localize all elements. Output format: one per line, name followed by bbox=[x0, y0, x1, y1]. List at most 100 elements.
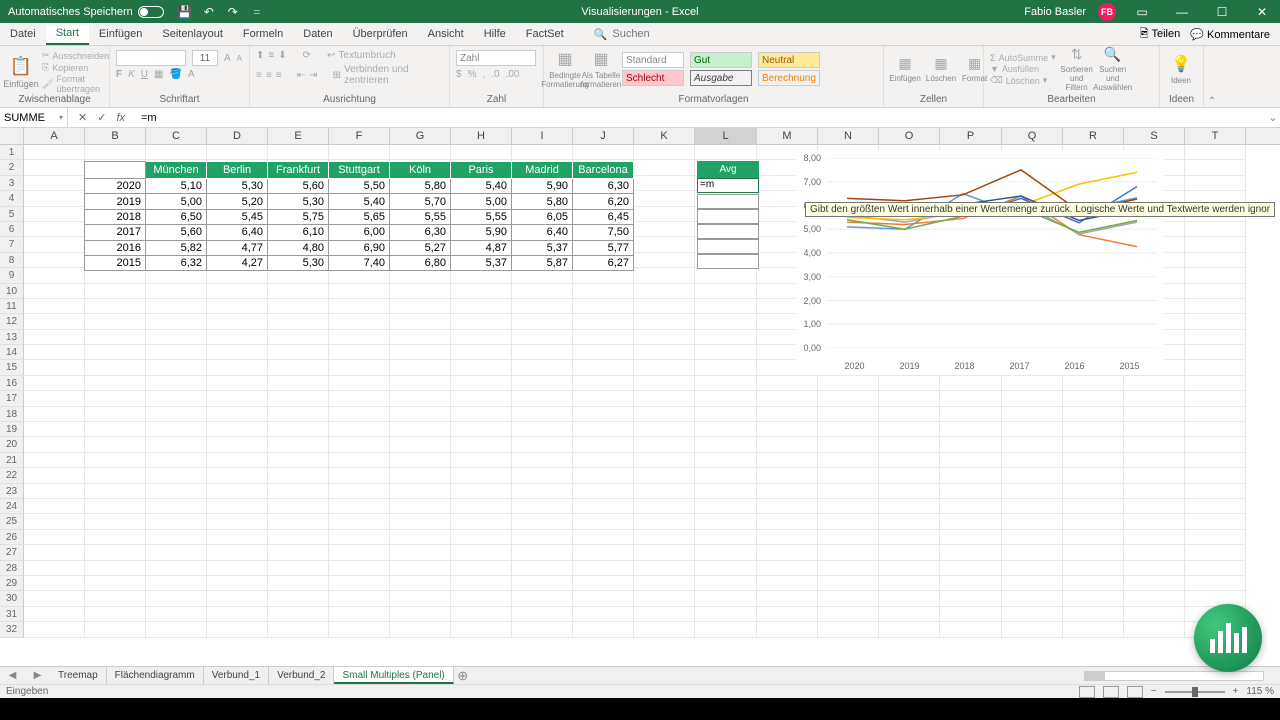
cell[interactable] bbox=[329, 422, 390, 437]
cell[interactable] bbox=[329, 561, 390, 576]
cell[interactable] bbox=[695, 299, 757, 314]
cell[interactable] bbox=[573, 484, 634, 499]
cell[interactable] bbox=[1002, 514, 1063, 529]
cell[interactable] bbox=[85, 453, 146, 468]
cell[interactable] bbox=[1185, 545, 1246, 560]
sheet-tab[interactable]: Treemap bbox=[50, 667, 107, 684]
cell[interactable] bbox=[268, 545, 329, 560]
shrink-font-icon[interactable]: A bbox=[237, 54, 242, 63]
cell[interactable] bbox=[451, 514, 512, 529]
cell[interactable] bbox=[451, 591, 512, 606]
copy-button[interactable]: ⎘ Kopieren bbox=[42, 62, 109, 73]
cell[interactable] bbox=[1185, 222, 1246, 237]
cell[interactable] bbox=[451, 530, 512, 545]
cell[interactable] bbox=[390, 145, 451, 160]
cell[interactable] bbox=[24, 176, 85, 191]
cell[interactable] bbox=[634, 360, 695, 375]
row-header[interactable]: 8 bbox=[0, 253, 24, 268]
cell[interactable] bbox=[85, 499, 146, 514]
cell[interactable] bbox=[207, 299, 268, 314]
cell[interactable] bbox=[695, 530, 757, 545]
ribbon-tab-formeln[interactable]: Formeln bbox=[233, 23, 293, 45]
cell[interactable] bbox=[634, 160, 695, 175]
row-header[interactable]: 32 bbox=[0, 622, 24, 637]
row-header[interactable]: 12 bbox=[0, 314, 24, 329]
dec-inc-icon[interactable]: .0 bbox=[491, 69, 499, 80]
cell[interactable] bbox=[85, 607, 146, 622]
cell[interactable] bbox=[1063, 437, 1124, 452]
cell[interactable] bbox=[24, 145, 85, 160]
cell[interactable] bbox=[1002, 622, 1063, 637]
cell[interactable] bbox=[146, 345, 207, 360]
cell[interactable] bbox=[634, 330, 695, 345]
data-cell[interactable]: 5,30 bbox=[268, 255, 329, 270]
cell[interactable] bbox=[1002, 407, 1063, 422]
cell[interactable] bbox=[451, 422, 512, 437]
cell[interactable] bbox=[695, 376, 757, 391]
cell[interactable] bbox=[1124, 545, 1185, 560]
cell[interactable] bbox=[451, 437, 512, 452]
cell[interactable] bbox=[268, 591, 329, 606]
cell[interactable] bbox=[573, 607, 634, 622]
row-header[interactable]: 29 bbox=[0, 576, 24, 591]
format-as-table-button[interactable]: ▦Als Tabelle formatieren bbox=[586, 50, 616, 88]
cell[interactable] bbox=[24, 545, 85, 560]
row-header[interactable]: 28 bbox=[0, 561, 24, 576]
cell[interactable] bbox=[1124, 484, 1185, 499]
cell[interactable] bbox=[573, 376, 634, 391]
cell[interactable] bbox=[207, 345, 268, 360]
row-header[interactable]: 23 bbox=[0, 484, 24, 499]
collapse-ribbon-icon[interactable]: ⌃ bbox=[1204, 46, 1220, 107]
cell[interactable] bbox=[329, 345, 390, 360]
cell[interactable] bbox=[512, 391, 573, 406]
cell[interactable] bbox=[390, 360, 451, 375]
data-cell[interactable]: 5,75 bbox=[268, 209, 329, 224]
data-cell[interactable]: 5,82 bbox=[146, 240, 207, 255]
data-cell[interactable]: 5,40 bbox=[329, 194, 390, 209]
cell[interactable] bbox=[634, 422, 695, 437]
cell[interactable] bbox=[24, 345, 85, 360]
cell[interactable] bbox=[329, 145, 390, 160]
data-cell[interactable]: 5,40 bbox=[451, 179, 512, 194]
spreadsheet-grid[interactable]: ABCDEFGHIJKLMNOPQRST 1234567891011121314… bbox=[0, 128, 1280, 654]
cell[interactable] bbox=[1002, 591, 1063, 606]
cell[interactable] bbox=[695, 484, 757, 499]
cell[interactable] bbox=[512, 530, 573, 545]
border-icon[interactable]: ▦ bbox=[154, 69, 163, 80]
cell[interactable] bbox=[879, 468, 940, 483]
cell[interactable] bbox=[634, 545, 695, 560]
cell[interactable] bbox=[695, 499, 757, 514]
cell[interactable] bbox=[268, 499, 329, 514]
cell[interactable] bbox=[24, 376, 85, 391]
cell[interactable] bbox=[24, 391, 85, 406]
currency-icon[interactable]: $ bbox=[456, 69, 462, 80]
cell[interactable] bbox=[940, 407, 1002, 422]
cell[interactable] bbox=[390, 376, 451, 391]
cell[interactable] bbox=[757, 607, 818, 622]
cell[interactable] bbox=[268, 453, 329, 468]
cell[interactable] bbox=[24, 607, 85, 622]
cell[interactable] bbox=[573, 514, 634, 529]
cell[interactable] bbox=[818, 514, 879, 529]
cell[interactable] bbox=[757, 622, 818, 637]
row-header[interactable]: 6 bbox=[0, 222, 24, 237]
cell[interactable] bbox=[207, 360, 268, 375]
cell[interactable] bbox=[146, 484, 207, 499]
cell[interactable] bbox=[146, 468, 207, 483]
cell[interactable] bbox=[940, 607, 1002, 622]
cell[interactable] bbox=[390, 607, 451, 622]
cell[interactable] bbox=[573, 391, 634, 406]
minimize-icon[interactable]: — bbox=[1168, 3, 1196, 21]
cell[interactable] bbox=[573, 314, 634, 329]
cell[interactable] bbox=[329, 437, 390, 452]
cell[interactable] bbox=[390, 499, 451, 514]
undo-icon[interactable]: ↶ bbox=[202, 5, 216, 19]
cell[interactable] bbox=[818, 591, 879, 606]
cell[interactable] bbox=[390, 407, 451, 422]
cell[interactable] bbox=[512, 453, 573, 468]
zoom-out-icon[interactable]: − bbox=[1151, 686, 1157, 697]
cell[interactable] bbox=[1063, 545, 1124, 560]
cell[interactable] bbox=[329, 484, 390, 499]
cell[interactable] bbox=[1124, 391, 1185, 406]
cell[interactable] bbox=[24, 561, 85, 576]
